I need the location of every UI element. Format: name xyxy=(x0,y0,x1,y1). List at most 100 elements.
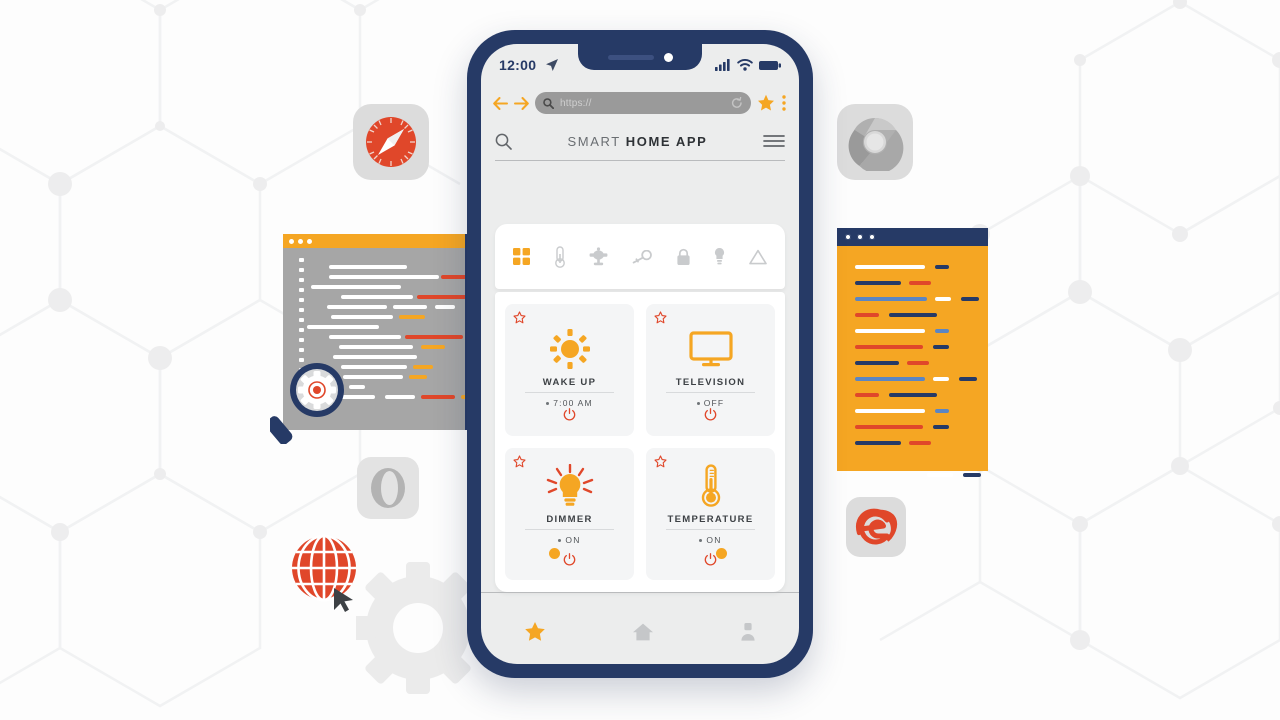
device-state-text: 7:00 AM xyxy=(553,398,593,408)
code-segment xyxy=(889,392,937,397)
favorite-star-icon[interactable] xyxy=(654,455,667,468)
hamburger-menu-icon[interactable] xyxy=(763,134,785,148)
code-line xyxy=(283,338,475,349)
power-button[interactable] xyxy=(704,553,717,571)
star-filled-icon[interactable] xyxy=(757,94,775,112)
power-button[interactable] xyxy=(704,408,717,426)
code-line xyxy=(283,348,475,359)
code-segment xyxy=(855,280,901,285)
code-segment xyxy=(933,344,949,349)
reload-icon[interactable] xyxy=(731,97,743,109)
dashboard-grid-icon[interactable] xyxy=(513,248,530,265)
chrome-glyph-icon xyxy=(848,117,904,171)
code-segment xyxy=(961,296,979,301)
code-segment xyxy=(935,408,949,413)
alert-triangle-icon[interactable] xyxy=(749,249,767,265)
url-input[interactable]: https:// xyxy=(535,92,751,114)
code-line xyxy=(837,466,988,482)
code-segment xyxy=(421,344,445,349)
code-segment xyxy=(385,394,415,399)
code-line xyxy=(837,290,988,306)
code-window-orange xyxy=(837,228,988,477)
device-card-temperature[interactable]: TEMPERATURE ON xyxy=(646,448,775,580)
favorite-star-icon[interactable] xyxy=(654,311,667,324)
device-state-text: ON xyxy=(706,535,722,545)
bottom-navigation xyxy=(481,592,799,664)
bulb-icon[interactable] xyxy=(714,247,725,266)
device-state-text: OFF xyxy=(703,398,725,408)
device-card-wake-up[interactable]: WAKE UP 7:00 AM xyxy=(505,304,634,436)
code-segment xyxy=(959,376,977,381)
arrow-left-icon[interactable] xyxy=(493,96,508,110)
state-dot-icon xyxy=(546,401,550,405)
slider-knob[interactable] xyxy=(549,547,561,559)
code-segment xyxy=(935,264,949,269)
category-icon-strip xyxy=(495,224,785,289)
opera-icon[interactable] xyxy=(357,457,419,519)
device-card-panel: WAKE UP 7:00 AM TELEVISION OFF DIMMER ON… xyxy=(495,292,785,592)
device-card-television[interactable]: TELEVISION OFF xyxy=(646,304,775,436)
code-segment xyxy=(855,296,927,301)
code-line xyxy=(283,328,551,339)
device-state: 7:00 AM xyxy=(546,398,593,408)
device-state-text: ON xyxy=(565,535,581,545)
device-name: TEMPERATURE xyxy=(666,514,755,530)
url-placeholder-text: https:// xyxy=(560,97,592,109)
favorite-star-icon[interactable] xyxy=(513,455,526,468)
battery-icon xyxy=(759,60,781,70)
power-button[interactable] xyxy=(563,408,576,426)
safari-glyph-icon xyxy=(366,117,416,167)
key-icon[interactable] xyxy=(632,249,652,264)
chrome-icon[interactable] xyxy=(837,104,913,180)
thermometer-icon[interactable] xyxy=(554,245,566,268)
code-segment xyxy=(855,264,925,269)
code-segment xyxy=(409,374,427,379)
star-filled-icon[interactable] xyxy=(524,621,546,642)
internet-explorer-icon[interactable] xyxy=(846,497,906,557)
arrow-right-icon[interactable] xyxy=(514,96,529,110)
safari-icon[interactable] xyxy=(353,104,429,180)
power-icon xyxy=(563,553,576,566)
location-arrow-icon xyxy=(546,59,559,71)
device-card-dimmer[interactable]: DIMMER ON xyxy=(505,448,634,580)
code-line xyxy=(837,322,988,338)
code-line xyxy=(283,268,581,279)
code-line xyxy=(283,318,475,329)
kebab-menu-icon[interactable] xyxy=(781,94,787,112)
code-line xyxy=(837,434,988,450)
power-icon xyxy=(563,408,576,421)
favorite-star-icon[interactable] xyxy=(513,311,526,324)
home-icon[interactable] xyxy=(632,622,654,642)
code-segment xyxy=(889,312,937,317)
cellular-signal-icon xyxy=(715,59,730,71)
code-segment xyxy=(855,312,879,317)
window-dot-icon xyxy=(845,234,851,240)
ie-glyph-icon xyxy=(856,508,898,545)
camera-icon[interactable] xyxy=(589,247,608,266)
window-dot-icon xyxy=(298,238,303,244)
code-window-orange-titlebar xyxy=(837,228,988,246)
code-segment xyxy=(399,314,425,319)
sun-icon xyxy=(549,326,590,371)
code-segment xyxy=(435,304,455,309)
lock-icon[interactable] xyxy=(676,248,691,266)
search-icon[interactable] xyxy=(495,133,512,150)
code-segment xyxy=(855,408,925,413)
smartphone-device: 12:00 https:// SMART HOME APP WAKE UP 7:… xyxy=(467,30,813,678)
slider-knob[interactable] xyxy=(715,547,727,559)
code-line xyxy=(837,258,988,274)
code-line xyxy=(837,338,988,354)
phone-notch xyxy=(578,44,702,70)
state-dot-icon xyxy=(699,538,703,542)
user-icon[interactable] xyxy=(740,622,756,642)
code-line xyxy=(837,370,988,386)
window-dot-icon xyxy=(857,234,863,240)
device-card-grid: WAKE UP 7:00 AM TELEVISION OFF DIMMER ON… xyxy=(505,304,775,580)
power-button[interactable] xyxy=(563,553,576,571)
illustration-canvas: 12:00 https:// SMART HOME APP WAKE UP 7:… xyxy=(0,0,1280,720)
code-line xyxy=(283,258,475,269)
code-segment xyxy=(933,424,949,429)
code-line xyxy=(837,418,988,434)
light-bulb-rays-icon xyxy=(545,464,595,508)
